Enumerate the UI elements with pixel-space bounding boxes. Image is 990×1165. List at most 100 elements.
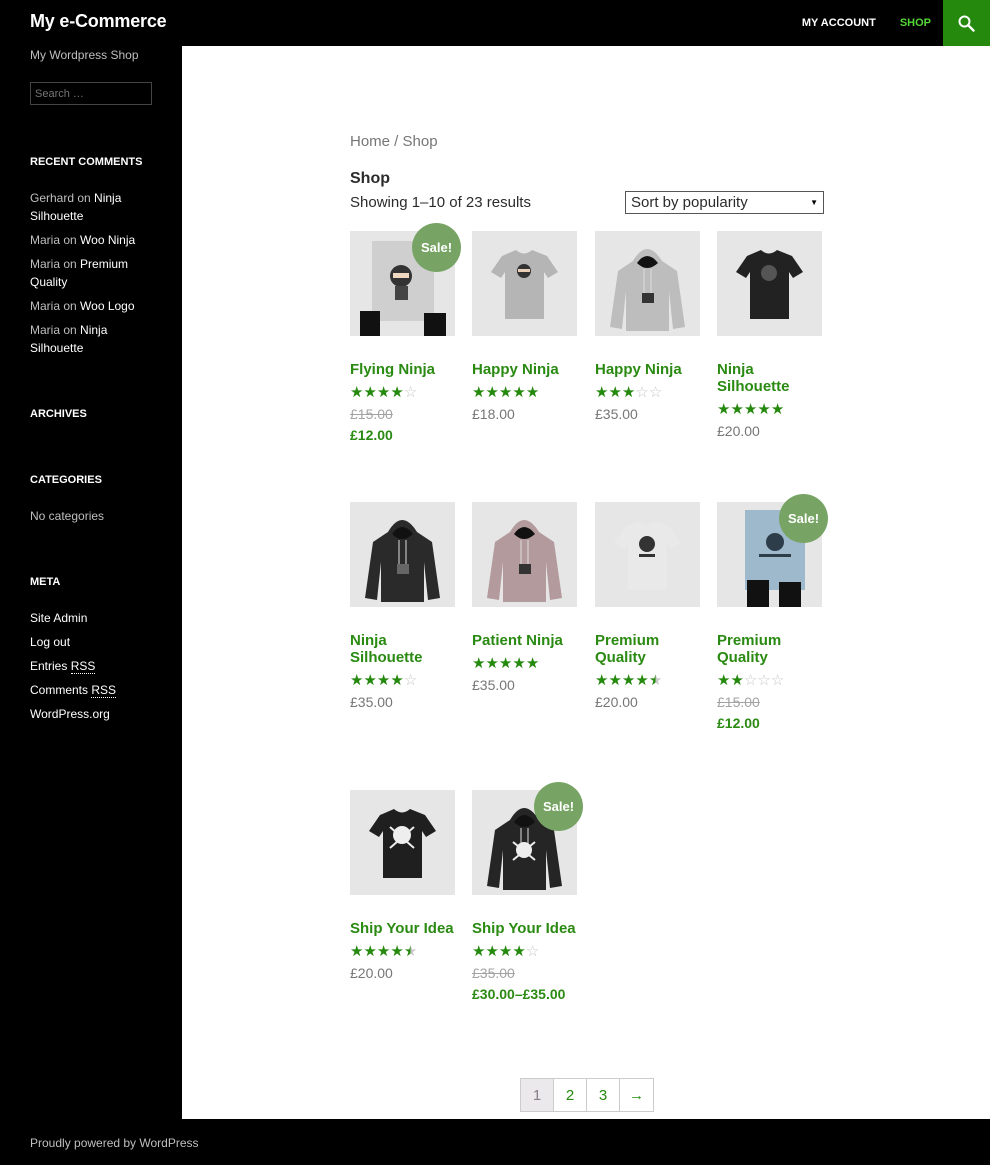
product-card[interactable]: Sale! Ship Your Idea ★★★★☆ £35.00 £30.00–£35… xyxy=(472,782,583,1003)
product-image[interactable] xyxy=(717,231,822,336)
star-icon: ☆ xyxy=(635,384,649,401)
star-rating: ★★★★☆ xyxy=(350,384,455,401)
star-icon: ★ xyxy=(390,672,404,689)
categories-title: CATEGORIES xyxy=(30,474,102,486)
product-title[interactable]: Premium Quality xyxy=(717,632,822,666)
product-image-art xyxy=(736,250,803,319)
meta-title: META xyxy=(30,576,61,588)
star-icon: ★ xyxy=(350,384,364,401)
product-image[interactable] xyxy=(350,502,455,607)
page-number[interactable]: 2 xyxy=(554,1079,587,1111)
product-price: £20.00 xyxy=(717,423,760,439)
product-price: £15.00 £12.00 xyxy=(350,406,455,444)
meta-link-site-admin[interactable]: Site Admin xyxy=(30,609,160,627)
product-image[interactable] xyxy=(595,231,700,336)
comment-author: Maria xyxy=(30,233,61,247)
product-title[interactable]: Premium Quality xyxy=(595,632,700,666)
archives-title: ARCHIVES xyxy=(30,408,87,420)
product-card[interactable]: Sale! Flying Ninja ★★★★☆ £15.00 £12.00 xyxy=(350,223,461,444)
product-card[interactable]: Sale! Premium Quality ★★☆☆☆ £15.00 £12.00 xyxy=(717,494,828,732)
star-icon: ☆ xyxy=(403,384,418,401)
star-icon: ★ xyxy=(621,384,636,401)
sort-select[interactable]: Sort by popularity ▼ xyxy=(625,191,824,214)
comment-author: Maria xyxy=(30,323,61,337)
star-rating: ★★★★☆ xyxy=(350,672,455,689)
recent-comments-list: Gerhard on Ninja Silhouette Maria on Woo … xyxy=(30,189,160,363)
site-title[interactable]: My e-Commerce xyxy=(30,11,167,32)
product-price: £15.00 £12.00 xyxy=(717,694,822,732)
rss-abbr: RSS xyxy=(91,683,117,698)
breadcrumb[interactable]: Home / Shop xyxy=(350,133,438,150)
next-page-arrow-icon[interactable]: → xyxy=(620,1079,653,1111)
product-title[interactable]: Flying Ninja xyxy=(350,361,455,378)
product-card[interactable]: Premium Quality ★★★★★ £20.00 xyxy=(595,502,700,711)
star-icon: ★ xyxy=(472,943,486,960)
star-icon: ★ xyxy=(390,943,404,960)
product-card[interactable]: Ship Your Idea ★★★★★ £20.00 xyxy=(350,790,455,982)
product-card[interactable]: Patient Ninja ★★★★★ £35.00 xyxy=(472,502,577,694)
star-icon: ★ xyxy=(485,655,499,672)
search-toggle-button[interactable] xyxy=(943,0,990,46)
product-title[interactable]: Patient Ninja xyxy=(472,632,577,649)
product-title[interactable]: Ship Your Idea xyxy=(472,920,577,937)
sale-price: £12.00 xyxy=(717,715,760,731)
star-icon: ★ xyxy=(498,384,513,401)
product-title[interactable]: Happy Ninja xyxy=(595,361,700,378)
meta-link-comments-rss[interactable]: Comments RSS xyxy=(30,681,160,699)
comment-post-link[interactable]: Woo Ninja xyxy=(80,233,135,247)
star-rating: ★★★★★ xyxy=(717,401,822,418)
star-icon: ☆ xyxy=(743,672,758,689)
star-icon: ☆ xyxy=(525,943,540,960)
star-icon: ★ xyxy=(485,943,499,960)
comment-on-text: on xyxy=(74,191,95,205)
recent-comment-item: Gerhard on Ninja Silhouette xyxy=(30,189,160,225)
product-image-art xyxy=(491,250,558,319)
meta-link-wordpress-org[interactable]: WordPress.org xyxy=(30,705,160,723)
star-icon: ★ xyxy=(717,401,731,418)
product-image[interactable] xyxy=(350,790,455,895)
star-icon: ★ xyxy=(376,384,391,401)
star-icon: ☆ xyxy=(648,384,663,401)
star-icon: ☆ xyxy=(757,672,771,689)
product-price: £35.00 xyxy=(595,406,638,422)
product-image-art xyxy=(487,520,562,602)
comment-author: Maria xyxy=(30,299,61,313)
recent-comment-item: Maria on Premium Quality xyxy=(30,255,160,291)
product-image[interactable] xyxy=(472,231,577,336)
product-card[interactable]: Happy Ninja ★★★☆☆ £35.00 xyxy=(595,231,700,423)
star-icon: ★ xyxy=(730,672,744,689)
page-number[interactable]: 3 xyxy=(587,1079,620,1111)
star-icon: ★ xyxy=(350,672,364,689)
product-card[interactable]: Happy Ninja ★★★★★ £18.00 xyxy=(472,231,577,423)
meta-link-log-out[interactable]: Log out xyxy=(30,633,160,651)
product-image[interactable] xyxy=(595,502,700,607)
nav-shop[interactable]: SHOP xyxy=(900,17,931,29)
product-image[interactable] xyxy=(472,502,577,607)
primary-nav: MY ACCOUNT SHOP xyxy=(790,0,943,46)
star-rating: ★★★★★ xyxy=(350,943,455,960)
product-price: £35.00 £30.00–£35.00 xyxy=(472,965,577,1003)
sort-selected-value: Sort by popularity xyxy=(631,194,748,211)
product-title[interactable]: Ship Your Idea xyxy=(350,920,455,937)
entries-label: Entries xyxy=(30,659,68,673)
product-title[interactable]: Ninja Silhouette xyxy=(350,632,455,666)
original-price: £35.00 xyxy=(472,965,515,981)
product-title[interactable]: Ninja Silhouette xyxy=(717,361,822,395)
product-title[interactable]: Happy Ninja xyxy=(472,361,577,378)
comment-on-text: on xyxy=(60,257,81,271)
star-icon: ★ xyxy=(648,672,663,689)
nav-my-account[interactable]: MY ACCOUNT xyxy=(802,17,876,29)
search-input[interactable] xyxy=(30,82,152,105)
product-card[interactable]: Ninja Silhouette ★★★★★ £20.00 xyxy=(717,231,822,440)
no-categories-text: No categories xyxy=(30,509,105,523)
dropdown-arrow-icon: ▼ xyxy=(810,198,818,207)
product-price: £20.00 xyxy=(350,965,393,981)
footer-credit[interactable]: Proudly powered by WordPress xyxy=(30,1136,199,1150)
comment-post-link[interactable]: Woo Logo xyxy=(80,299,135,313)
star-icon: ★ xyxy=(498,655,513,672)
product-card[interactable]: Ninja Silhouette ★★★★☆ £35.00 xyxy=(350,502,455,711)
product-price: £18.00 xyxy=(472,406,515,422)
star-icon: ★ xyxy=(595,384,609,401)
meta-link-entries-rss[interactable]: Entries RSS xyxy=(30,657,160,675)
comment-on-text: on xyxy=(60,233,81,247)
